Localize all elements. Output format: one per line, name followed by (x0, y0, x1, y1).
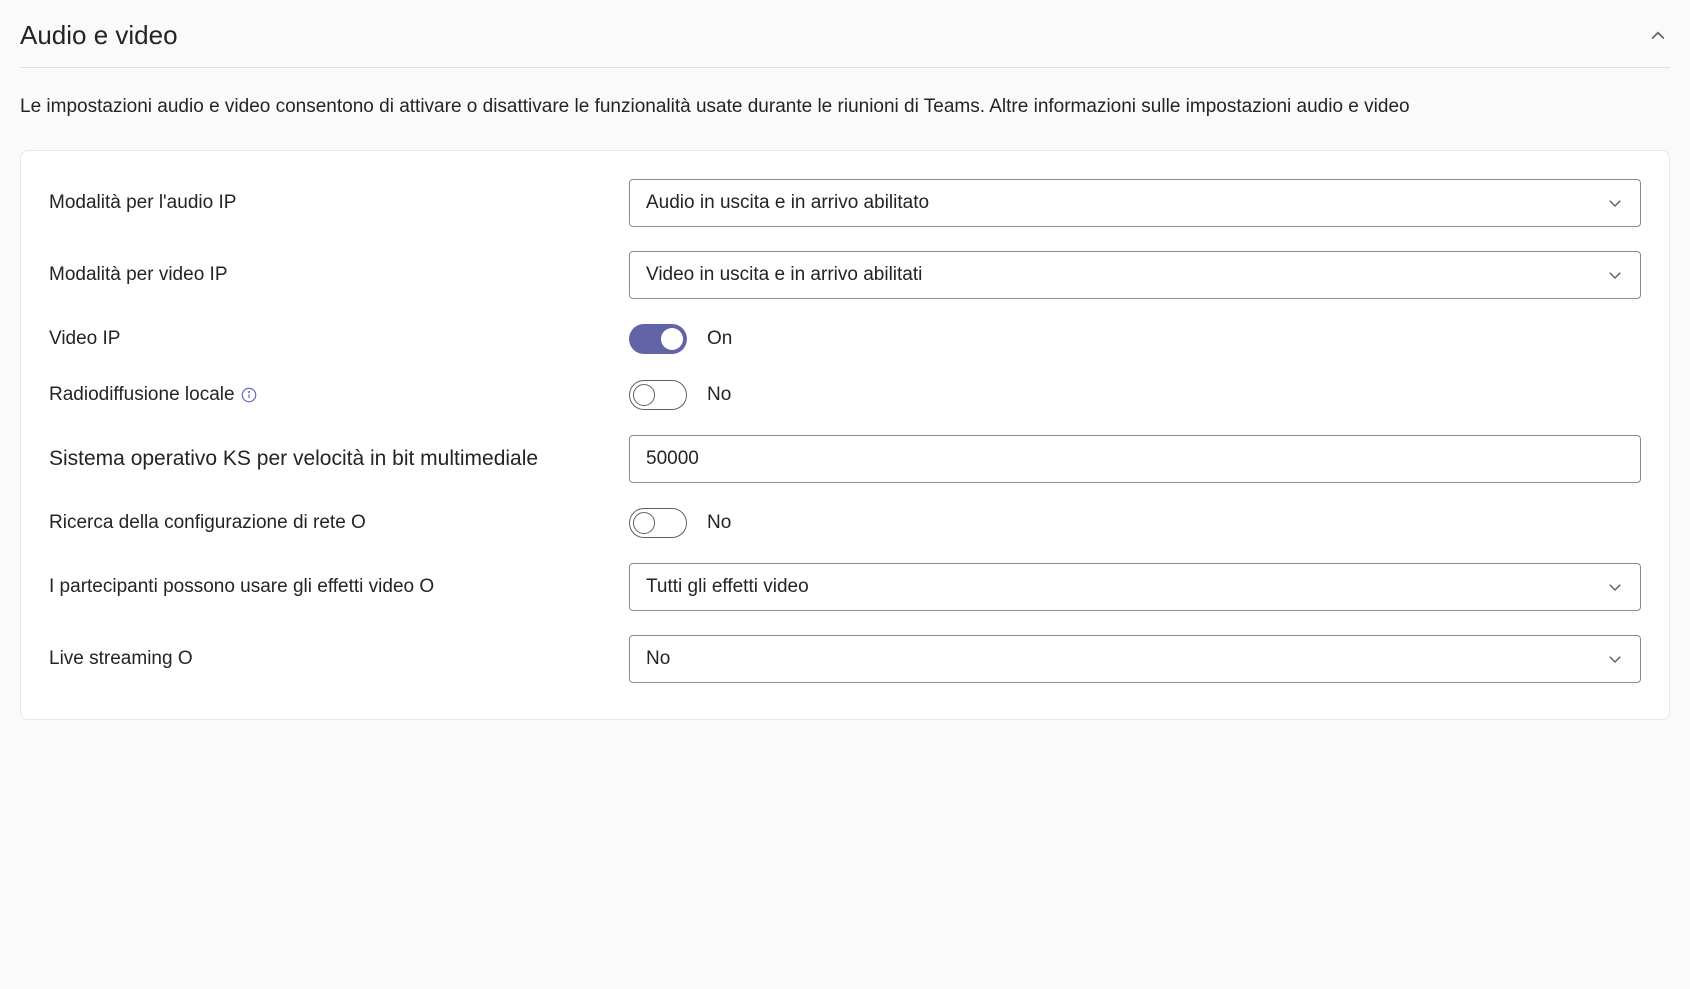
toggle-knob (633, 384, 655, 406)
label-local-broadcast: Radiodiffusione locale (49, 384, 629, 406)
label-network-config: Ricerca della configurazione di rete O (49, 512, 629, 534)
dropdown-live-streaming[interactable]: No (629, 635, 1641, 683)
chevron-up-icon (1648, 26, 1668, 46)
row-ip-audio-mode: Modalità per l'audio IP Audio in uscita … (49, 167, 1641, 239)
section-header: Audio e video (20, 20, 1670, 68)
toggle-ip-video-state: On (707, 328, 732, 350)
dropdown-ip-video-mode[interactable]: Video in uscita e in arrivo abilitati (629, 251, 1641, 299)
toggle-local-broadcast-state: No (707, 384, 731, 406)
input-media-bitrate[interactable] (629, 435, 1641, 483)
label-video-effects: I partecipanti possono usare gli effetti… (49, 576, 629, 598)
toggle-network-config[interactable] (629, 508, 687, 538)
label-media-bitrate: Sistema operativo KS per velocità in bit… (49, 447, 629, 471)
dropdown-ip-audio-mode[interactable]: Audio in uscita e in arrivo abilitato (629, 179, 1641, 227)
settings-panel: Modalità per l'audio IP Audio in uscita … (20, 150, 1670, 720)
row-ip-video: Video IP On (49, 311, 1641, 367)
section-title: Audio e video (20, 20, 178, 51)
dropdown-video-effects-value: Tutti gli effetti video (646, 576, 809, 598)
toggle-knob (633, 512, 655, 534)
label-ip-video: Video IP (49, 328, 629, 350)
toggle-ip-video[interactable] (629, 324, 687, 354)
row-media-bitrate: Sistema operativo KS per velocità in bit… (49, 423, 1641, 495)
label-ip-audio-mode: Modalità per l'audio IP (49, 192, 629, 214)
toggle-knob (661, 328, 683, 350)
chevron-down-icon (1606, 650, 1624, 668)
dropdown-ip-audio-mode-value: Audio in uscita e in arrivo abilitato (646, 192, 929, 214)
row-network-config: Ricerca della configurazione di rete O N… (49, 495, 1641, 551)
label-ip-video-mode: Modalità per video IP (49, 264, 629, 286)
row-local-broadcast: Radiodiffusione locale No (49, 367, 1641, 423)
chevron-down-icon (1606, 578, 1624, 596)
row-video-effects: I partecipanti possono usare gli effetti… (49, 551, 1641, 623)
toggle-local-broadcast[interactable] (629, 380, 687, 410)
chevron-down-icon (1606, 266, 1624, 284)
dropdown-live-streaming-value: No (646, 648, 670, 670)
info-icon[interactable] (239, 385, 259, 405)
chevron-down-icon (1606, 194, 1624, 212)
dropdown-ip-video-mode-value: Video in uscita e in arrivo abilitati (646, 264, 922, 286)
row-live-streaming: Live streaming O No (49, 623, 1641, 695)
label-live-streaming: Live streaming O (49, 648, 629, 670)
section-description: Le impostazioni audio e video consentono… (20, 92, 1420, 122)
toggle-network-config-state: No (707, 512, 731, 534)
collapse-section-button[interactable] (1646, 24, 1670, 48)
dropdown-video-effects[interactable]: Tutti gli effetti video (629, 563, 1641, 611)
row-ip-video-mode: Modalità per video IP Video in uscita e … (49, 239, 1641, 311)
